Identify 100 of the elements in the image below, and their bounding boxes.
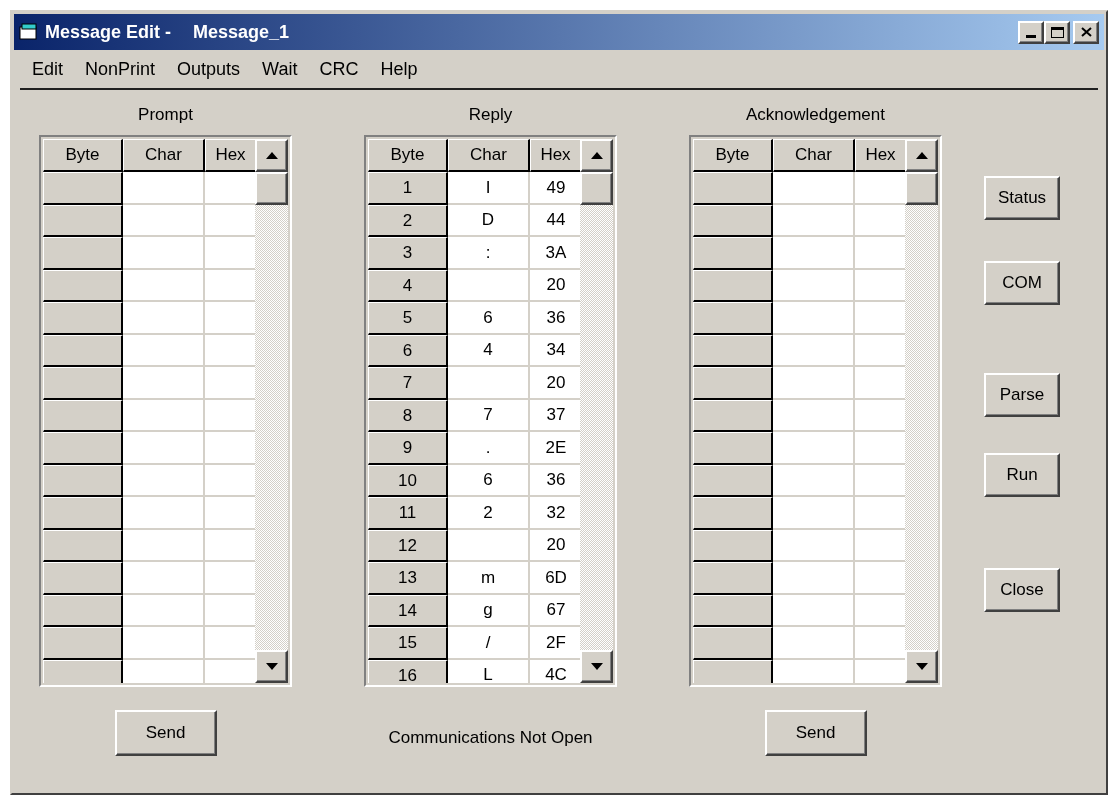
column-header[interactable]: Byte <box>693 139 773 172</box>
row-header[interactable]: 11 <box>368 497 448 530</box>
table-cell <box>855 204 905 237</box>
row-header[interactable] <box>693 497 773 530</box>
action-button[interactable]: Parse <box>984 373 1060 417</box>
row-header[interactable]: 6 <box>368 334 448 367</box>
row-header[interactable] <box>693 594 773 627</box>
scroll-thumb[interactable] <box>905 172 938 205</box>
row-header[interactable] <box>43 659 123 683</box>
action-button[interactable]: COM <box>984 261 1060 305</box>
row-header[interactable] <box>43 172 123 205</box>
column-header[interactable]: Byte <box>43 139 123 172</box>
table-label: Prompt <box>138 104 193 126</box>
action-button[interactable]: Close <box>984 568 1060 612</box>
row-header[interactable] <box>43 269 123 302</box>
scroll-up-button[interactable] <box>905 139 938 172</box>
scrollbar[interactable] <box>255 139 288 683</box>
table-cell: 32 <box>530 497 580 530</box>
row-header[interactable]: 14 <box>368 594 448 627</box>
row-header[interactable]: 13 <box>368 562 448 595</box>
menu-item[interactable]: Outputs <box>177 55 241 83</box>
scroll-down-button[interactable] <box>255 650 288 683</box>
column-header[interactable]: Char <box>773 139 855 172</box>
row-header[interactable] <box>693 172 773 205</box>
table-cell: 34 <box>530 334 580 367</box>
row-header[interactable] <box>693 562 773 595</box>
row-header[interactable] <box>43 399 123 432</box>
action-button[interactable]: Run <box>984 453 1060 497</box>
row-header[interactable] <box>43 432 123 465</box>
column-header[interactable]: Hex <box>205 139 255 172</box>
row-header[interactable] <box>43 464 123 497</box>
row-header[interactable]: 16 <box>368 659 448 683</box>
row-header[interactable] <box>43 594 123 627</box>
row-header[interactable] <box>43 367 123 400</box>
table-cell <box>205 497 255 530</box>
row-header[interactable]: 9 <box>368 432 448 465</box>
row-header[interactable]: 1 <box>368 172 448 205</box>
row-header[interactable] <box>43 302 123 335</box>
row-header[interactable] <box>693 302 773 335</box>
row-header[interactable] <box>43 334 123 367</box>
row-header[interactable] <box>43 562 123 595</box>
row-header[interactable] <box>693 204 773 237</box>
send-button[interactable]: Send <box>114 710 217 756</box>
table-cell <box>855 302 905 335</box>
table-cell: 6 <box>448 302 530 335</box>
column-header[interactable]: Char <box>123 139 205 172</box>
row-header[interactable] <box>43 529 123 562</box>
row-header[interactable]: 7 <box>368 367 448 400</box>
row-header[interactable] <box>693 399 773 432</box>
row-header[interactable]: 10 <box>368 464 448 497</box>
scroll-thumb[interactable] <box>580 172 613 205</box>
row-header[interactable]: 15 <box>368 627 448 660</box>
column-header[interactable]: Byte <box>368 139 448 172</box>
row-header[interactable] <box>693 464 773 497</box>
menu-item[interactable]: Help <box>380 55 418 83</box>
row-header[interactable] <box>693 367 773 400</box>
column-header[interactable]: Hex <box>530 139 580 172</box>
row-header[interactable] <box>693 269 773 302</box>
menu-item[interactable]: CRC <box>319 55 359 83</box>
action-button[interactable]: Status <box>984 176 1060 220</box>
table-cell <box>855 334 905 367</box>
scroll-up-button[interactable] <box>255 139 288 172</box>
table-cell <box>205 562 255 595</box>
maximize-button[interactable] <box>1044 20 1070 44</box>
column-header[interactable]: Char <box>448 139 530 172</box>
row-header[interactable] <box>43 497 123 530</box>
row-header[interactable] <box>693 334 773 367</box>
send-button[interactable]: Send <box>764 710 867 756</box>
row-header[interactable] <box>43 627 123 660</box>
row-header[interactable]: 2 <box>368 204 448 237</box>
scroll-down-button[interactable] <box>905 650 938 683</box>
table-cell: 67 <box>530 594 580 627</box>
scrollbar[interactable] <box>580 139 613 683</box>
maximize-icon <box>1050 26 1064 38</box>
row-header[interactable] <box>693 237 773 270</box>
menu-item[interactable]: Wait <box>262 55 298 83</box>
row-header[interactable] <box>43 237 123 270</box>
table-cell <box>205 627 255 660</box>
scroll-thumb[interactable] <box>255 172 288 205</box>
row-header[interactable] <box>693 529 773 562</box>
row-header[interactable] <box>693 627 773 660</box>
row-header[interactable]: 12 <box>368 529 448 562</box>
close-button[interactable] <box>1073 20 1099 44</box>
table-cell <box>205 334 255 367</box>
row-header[interactable]: 3 <box>368 237 448 270</box>
minimize-button[interactable] <box>1018 20 1044 44</box>
table-cell: g <box>448 594 530 627</box>
row-header[interactable] <box>693 659 773 683</box>
scroll-down-button[interactable] <box>580 650 613 683</box>
menu-item[interactable]: Edit <box>32 55 64 83</box>
row-header[interactable] <box>43 204 123 237</box>
row-header[interactable]: 5 <box>368 302 448 335</box>
row-header[interactable]: 4 <box>368 269 448 302</box>
row-header[interactable]: 8 <box>368 399 448 432</box>
row-header[interactable] <box>693 432 773 465</box>
column-header[interactable]: Hex <box>855 139 905 172</box>
scroll-up-button[interactable] <box>580 139 613 172</box>
menu-item[interactable]: NonPrint <box>85 55 156 83</box>
scrollbar[interactable] <box>905 139 938 683</box>
table-cell <box>205 269 255 302</box>
